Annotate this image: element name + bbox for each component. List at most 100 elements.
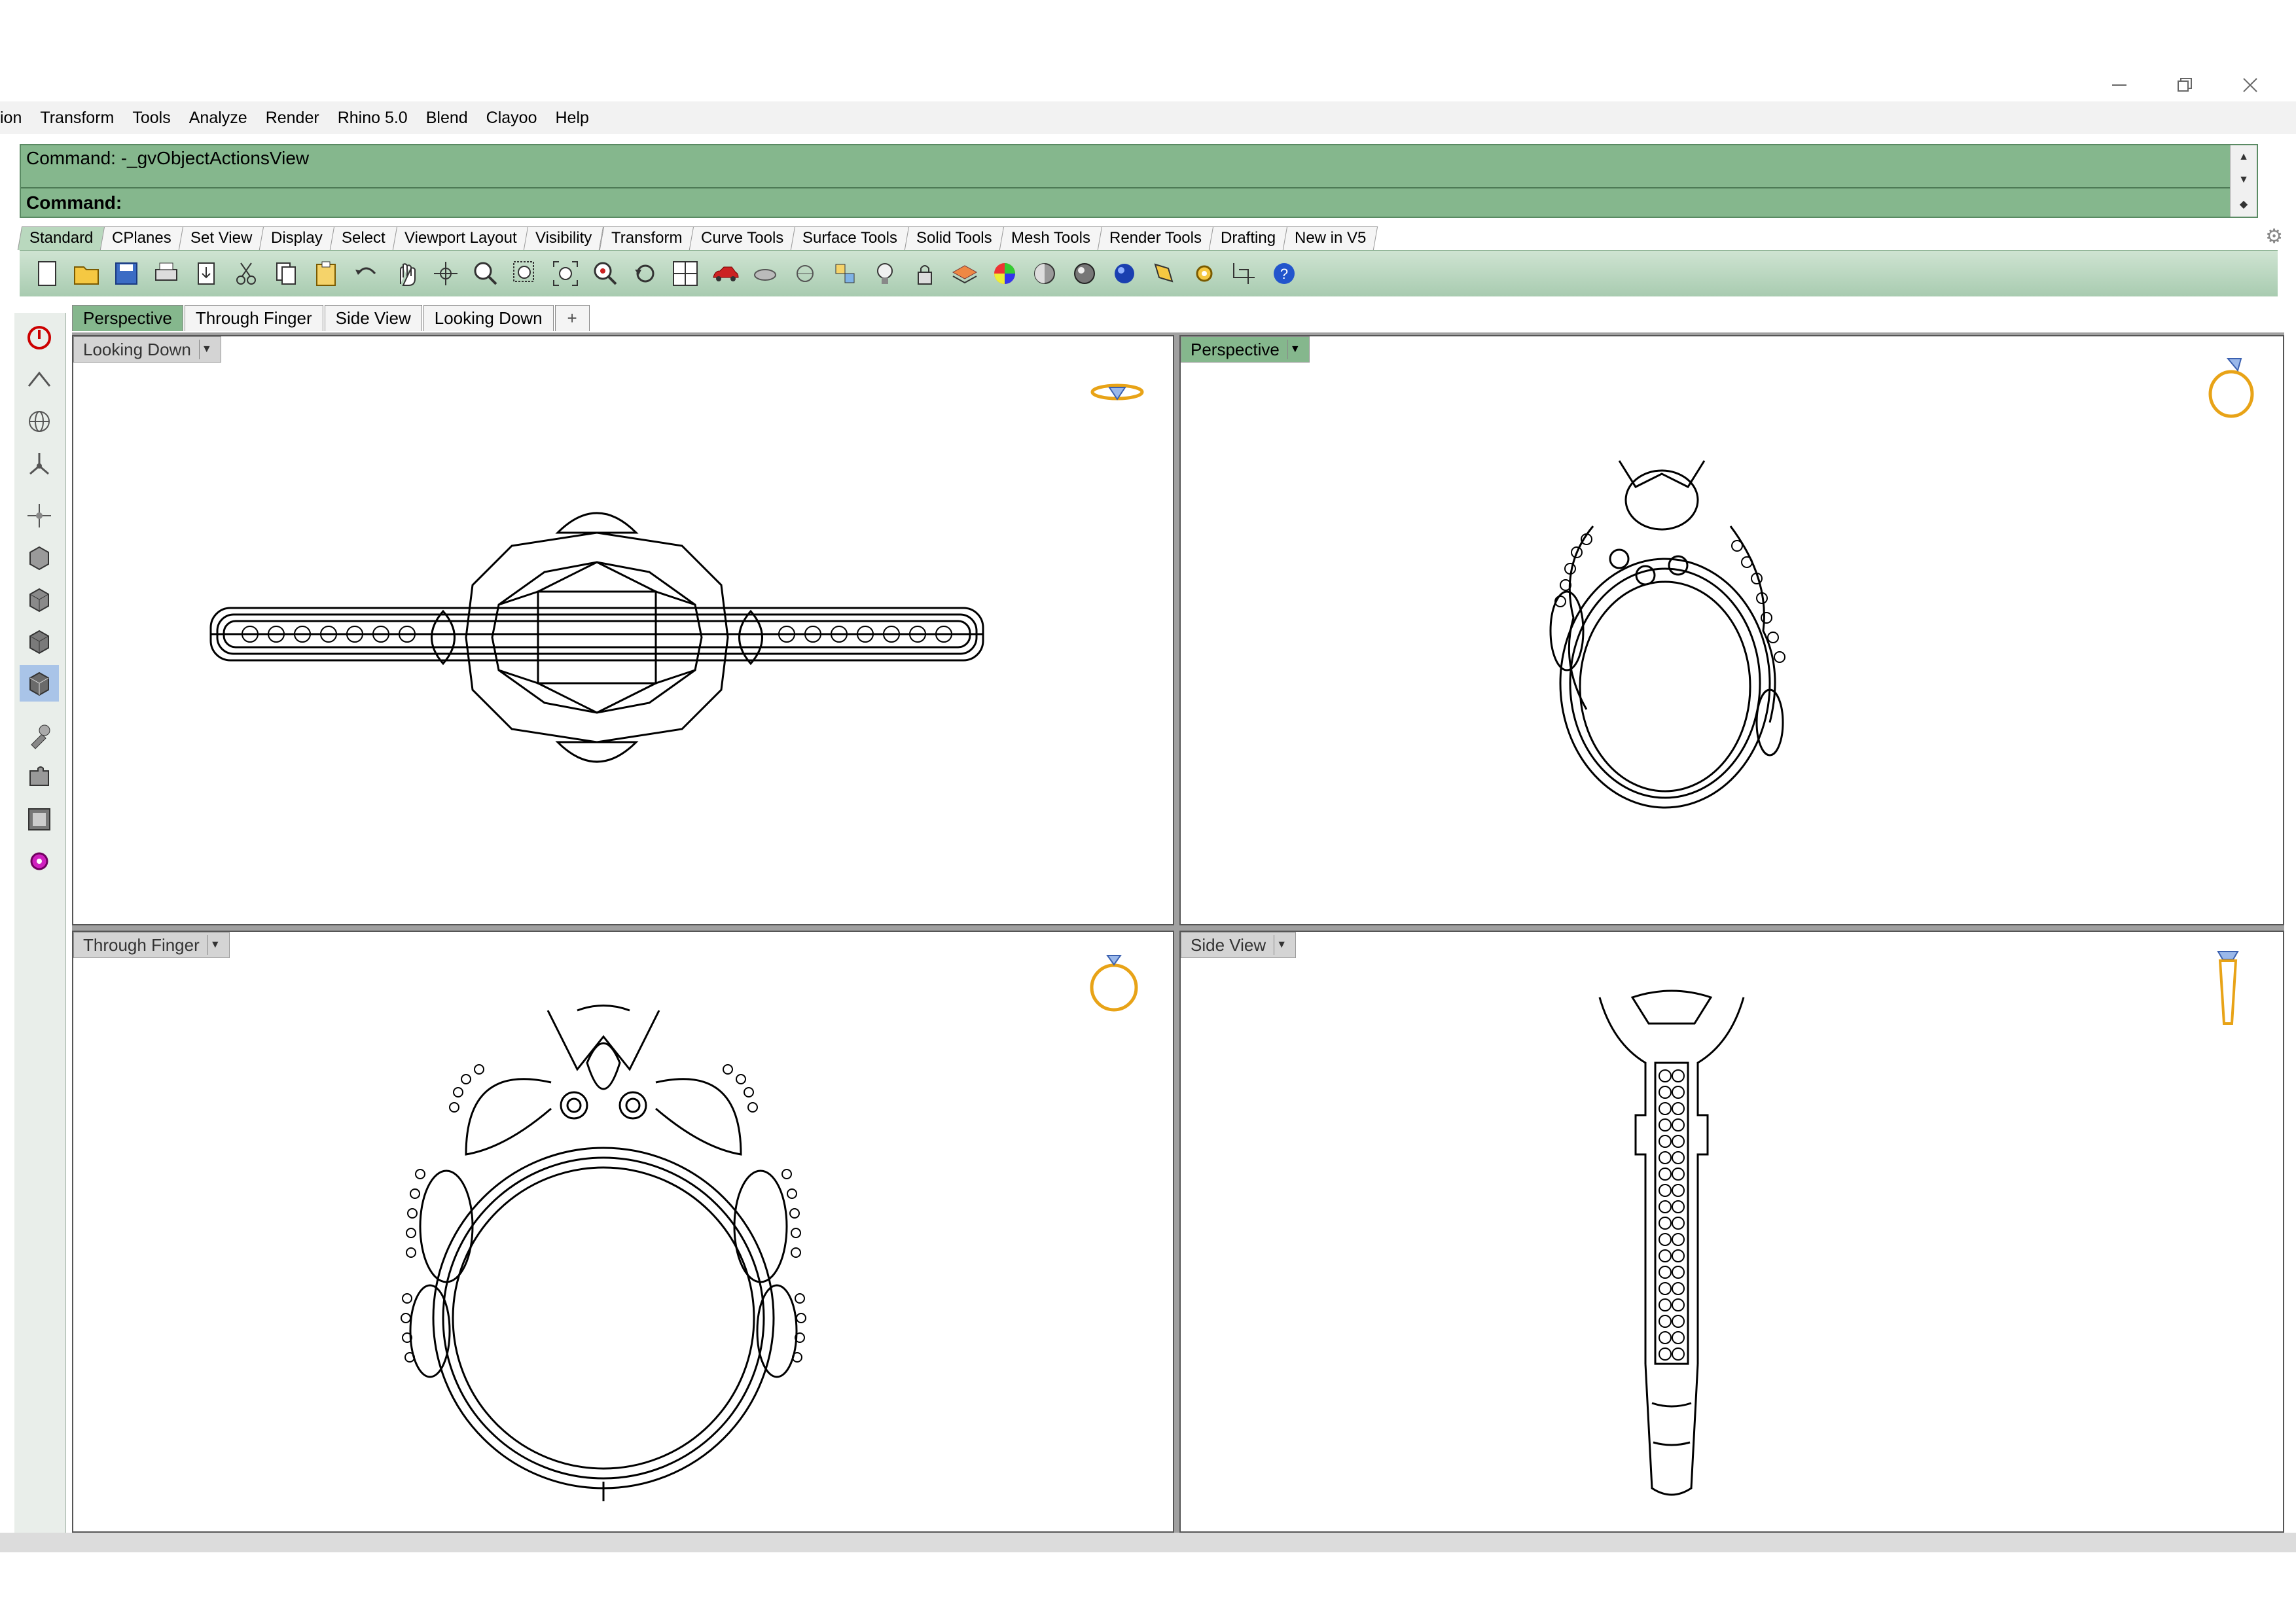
toolbar-tab-set-view[interactable]: Set View (178, 226, 264, 250)
points-icon[interactable] (825, 254, 865, 293)
scroll-down-icon[interactable]: ▼ (2238, 174, 2249, 186)
save-icon[interactable] (106, 254, 146, 293)
pan-icon[interactable] (386, 254, 425, 293)
tab-perspective[interactable]: Perspective (72, 305, 183, 331)
tab-looking-down[interactable]: Looking Down (423, 305, 554, 331)
color-wheel-icon[interactable] (984, 254, 1024, 293)
toolbar-tab-cplanes[interactable]: CPlanes (100, 226, 184, 250)
menu-item-dimension[interactable]: ion (0, 109, 31, 128)
toolbar-tab-surface-tools[interactable]: Surface Tools (791, 226, 910, 250)
menu-item-tools[interactable]: Tools (123, 109, 179, 128)
tab-side-view[interactable]: Side View (324, 305, 422, 331)
standard-toolbar: ? (20, 250, 2278, 296)
chevron-down-icon[interactable]: ▼ (207, 935, 223, 955)
axes-icon[interactable] (20, 445, 59, 482)
viewport-label[interactable]: Looking Down ▼ (73, 336, 221, 363)
command-prompt[interactable]: Command: (26, 192, 122, 213)
toolbar-tab-drafting[interactable]: Drafting (1208, 226, 1288, 250)
add-tab-button[interactable]: + (554, 305, 590, 331)
toolbar-tab-label: Display (271, 229, 323, 247)
new-icon[interactable] (26, 254, 66, 293)
render-preview-icon[interactable] (1064, 254, 1104, 293)
toolbar-tab-visibility[interactable]: Visibility (524, 226, 604, 250)
zoom-extents-icon[interactable] (545, 254, 585, 293)
brush-icon[interactable] (20, 717, 59, 754)
layer-icon[interactable] (944, 254, 984, 293)
undo-view-icon[interactable] (625, 254, 665, 293)
box-top-icon[interactable] (20, 539, 59, 576)
close-icon[interactable] (2217, 65, 2283, 105)
viewport-tabs: Perspective Through Finger Side View Loo… (72, 305, 591, 331)
copy-icon[interactable] (266, 254, 306, 293)
menu-item-render[interactable]: Render (257, 109, 329, 128)
scroll-up-icon[interactable]: ▲ (2238, 151, 2249, 163)
undo-icon[interactable] (346, 254, 386, 293)
restore-icon[interactable] (2152, 65, 2217, 105)
grid-icon[interactable] (1224, 254, 1264, 293)
box-perspective-icon[interactable] (20, 665, 59, 702)
toolbar-tab-curve-tools[interactable]: Curve Tools (689, 226, 796, 250)
toolbar-tab-render-tools[interactable]: Render Tools (1097, 226, 1214, 250)
light-icon[interactable] (865, 254, 905, 293)
import-icon[interactable] (186, 254, 226, 293)
open-icon[interactable] (66, 254, 106, 293)
chevron-down-icon[interactable]: ▼ (1274, 935, 1289, 955)
render-icon[interactable] (1104, 254, 1144, 293)
car-icon[interactable] (705, 254, 745, 293)
menu-item-clayoo[interactable]: Clayoo (477, 109, 547, 128)
chevron-down-icon[interactable]: ▼ (198, 340, 214, 359)
viewport-label[interactable]: Perspective ▼ (1181, 336, 1310, 363)
frame-icon[interactable] (20, 801, 59, 838)
toolbar-tab-standard[interactable]: Standard (17, 226, 105, 250)
toolbar-tab-label: Transform (611, 229, 683, 247)
rotate-icon[interactable] (425, 254, 465, 293)
paste-icon[interactable] (306, 254, 346, 293)
show-icon[interactable] (785, 254, 825, 293)
toolbar-tab-viewport-layout[interactable]: Viewport Layout (392, 226, 529, 250)
shade-icon[interactable] (1024, 254, 1064, 293)
zoom-window-icon[interactable] (505, 254, 545, 293)
globe-icon[interactable] (20, 403, 59, 440)
plane-icon[interactable] (20, 361, 59, 398)
viewport-label[interactable]: Through Finger ▼ (73, 932, 230, 958)
gumball-icon[interactable] (20, 497, 59, 534)
viewport-layout-icon[interactable] (665, 254, 705, 293)
zoom-selected-icon[interactable] (585, 254, 625, 293)
help-icon[interactable]: ? (1264, 254, 1304, 293)
minimize-icon[interactable] (2087, 65, 2152, 105)
cut-icon[interactable] (226, 254, 266, 293)
print-icon[interactable] (146, 254, 186, 293)
menu-item-rhino[interactable]: Rhino 5.0 (329, 109, 417, 128)
menu-item-transform[interactable]: Transform (31, 109, 123, 128)
tab-through-finger[interactable]: Through Finger (184, 305, 323, 331)
options-icon[interactable] (1184, 254, 1224, 293)
gear-pink-icon[interactable] (20, 843, 59, 880)
viewport-perspective[interactable]: Perspective ▼ (1179, 335, 2284, 925)
menu-item-blend[interactable]: Blend (417, 109, 477, 128)
viewport-through-finger[interactable]: Through Finger ▼ (72, 931, 1174, 1533)
toolbar-tab-transform[interactable]: Transform (599, 226, 694, 250)
scroll-updown-icon[interactable]: ◆ (2240, 198, 2248, 211)
box-right-icon[interactable] (20, 623, 59, 660)
command-scrollbar[interactable]: ▲ ▼ ◆ (2230, 145, 2257, 217)
toolbar-tab-label: Drafting (1221, 229, 1276, 247)
zoom-icon[interactable] (465, 254, 505, 293)
toolbar-gear-icon[interactable]: ⚙ (2265, 225, 2283, 248)
viewport-looking-down[interactable]: Looking Down ▼ (72, 335, 1174, 925)
chevron-down-icon[interactable]: ▼ (1287, 340, 1302, 359)
hide-icon[interactable] (745, 254, 785, 293)
box-front-icon[interactable] (20, 581, 59, 618)
toolbar-tab-select[interactable]: Select (329, 226, 397, 250)
toolbar-tab-display[interactable]: Display (259, 226, 335, 250)
viewport-label[interactable]: Side View ▼ (1181, 932, 1297, 958)
menu-item-help[interactable]: Help (547, 109, 598, 128)
power-icon[interactable] (20, 319, 59, 356)
viewport-side-view[interactable]: Side View ▼ (1179, 931, 2284, 1533)
toolbar-tab-new-in-v5[interactable]: New in V5 (1282, 226, 1378, 250)
lock-icon[interactable] (905, 254, 944, 293)
puzzle-icon[interactable] (20, 759, 59, 796)
pen-icon[interactable] (1144, 254, 1184, 293)
toolbar-tab-mesh-tools[interactable]: Mesh Tools (999, 226, 1103, 250)
toolbar-tab-solid-tools[interactable]: Solid Tools (905, 226, 1005, 250)
menu-item-analyze[interactable]: Analyze (180, 109, 257, 128)
